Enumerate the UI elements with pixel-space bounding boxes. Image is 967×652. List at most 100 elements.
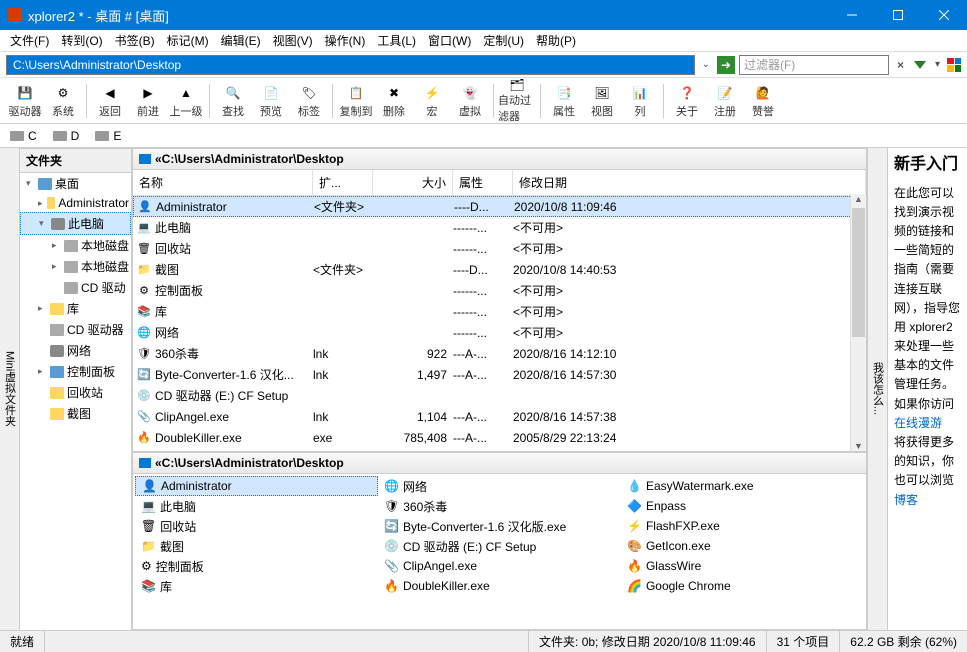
tree-node[interactable]: ▸库	[20, 298, 131, 319]
list-row[interactable]: 💧EasyWatermark.exeexe737---A-2020/8/22 1…	[133, 448, 866, 451]
go-button[interactable]: ➜	[717, 56, 735, 74]
expand-icon[interactable]	[38, 325, 47, 334]
expand-icon[interactable]	[38, 388, 47, 397]
menu-item[interactable]: 标记(M)	[161, 30, 215, 51]
icon-item[interactable]: 👤Administrator	[135, 476, 378, 496]
icon-item[interactable]: 🗑回收站	[135, 516, 378, 536]
help-link2[interactable]: 博客	[894, 493, 918, 507]
close-button[interactable]	[921, 0, 967, 30]
expand-icon[interactable]: ▸	[38, 304, 47, 313]
left-sidetab[interactable]: Mini虚拟文件夹	[0, 148, 20, 630]
toolbar-button[interactable]: ✖删除	[375, 80, 413, 122]
pane2-header[interactable]: «C:\Users\Administrator\Desktop	[132, 452, 867, 474]
expand-icon[interactable]: ▸	[38, 199, 44, 208]
icon-item[interactable]: 🛡360杀毒	[378, 496, 621, 516]
expand-icon[interactable]: ▾	[39, 219, 48, 228]
menu-item[interactable]: 文件(F)	[4, 30, 55, 51]
color-grid-icon[interactable]	[947, 58, 961, 72]
drive-button[interactable]: D	[53, 129, 80, 143]
list-row[interactable]: 🛡360杀毒lnk922---A-...2020/8/16 14:12:10	[133, 343, 866, 364]
scroll-thumb[interactable]	[852, 208, 865, 337]
list-row[interactable]: 💿CD 驱动器 (E:) CF Setup	[133, 385, 866, 406]
toolbar-button[interactable]: ⚡宏	[413, 80, 451, 122]
icon-item[interactable]: 🔥DoubleKiller.exe	[378, 576, 621, 596]
toolbar-button[interactable]: 🖼视图	[583, 80, 621, 122]
col-attr[interactable]: 属性	[453, 170, 513, 195]
toolbar-button[interactable]: 🏷标签	[290, 80, 328, 122]
filter-input[interactable]: 过滤器(F)	[739, 55, 889, 75]
toolbar-button[interactable]: 📋复制到	[337, 80, 375, 122]
expand-icon[interactable]	[52, 283, 61, 292]
list-row[interactable]: 💻此电脑------...<不可用>	[133, 217, 866, 238]
col-name[interactable]: 名称	[133, 170, 313, 195]
menu-item[interactable]: 编辑(E)	[215, 30, 267, 51]
expand-icon[interactable]: ▸	[52, 262, 61, 271]
list-row[interactable]: ⚙控制面板------...<不可用>	[133, 280, 866, 301]
tree-node[interactable]: ▸Administrator	[20, 194, 131, 212]
menu-item[interactable]: 书签(B)	[109, 30, 161, 51]
toolbar-button[interactable]: 👻虚拟	[451, 80, 489, 122]
menu-item[interactable]: 定制(U)	[477, 30, 530, 51]
icon-item[interactable]: 📎ClipAngel.exe	[378, 556, 621, 576]
drive-button[interactable]: E	[95, 129, 121, 143]
icon-item[interactable]: 🎨GetIcon.exe	[621, 536, 864, 556]
tree-node[interactable]: ▸控制面板	[20, 361, 131, 382]
pane1-header[interactable]: «C:\Users\Administrator\Desktop	[132, 148, 867, 170]
tree-node[interactable]: CD 驱动	[20, 277, 131, 298]
tree-node[interactable]: CD 驱动器	[20, 319, 131, 340]
col-ext[interactable]: 扩...	[313, 170, 373, 195]
funnel-dropdown-icon[interactable]: ▾	[932, 59, 943, 70]
toolbar-button[interactable]: ⚙系统	[44, 80, 82, 122]
list-row[interactable]: 🗑回收站------...<不可用>	[133, 238, 866, 259]
toolbar-button[interactable]: 📊列	[621, 80, 659, 122]
tree-node[interactable]: ▾桌面	[20, 173, 131, 194]
list-row[interactable]: 🔥DoubleKiller.exeexe785,408---A-...2005/…	[133, 427, 866, 448]
tree-node[interactable]: ▾此电脑	[20, 212, 131, 235]
toolbar-button[interactable]: ▶前进	[129, 80, 167, 122]
expand-icon[interactable]	[38, 346, 47, 355]
icon-item[interactable]: ⚙控制面板	[135, 556, 378, 576]
funnel-icon[interactable]	[914, 61, 926, 69]
menu-item[interactable]: 视图(V)	[267, 30, 319, 51]
menu-item[interactable]: 操作(N)	[319, 30, 372, 51]
tree-node[interactable]: ▸本地磁盘	[20, 235, 131, 256]
right-sidetab[interactable]: 我该怎么...	[867, 148, 887, 630]
address-dropdown-icon[interactable]: ⌄	[699, 59, 713, 70]
tree-node[interactable]: 回收站	[20, 382, 131, 403]
icon-item[interactable]: 🌈Google Chrome	[621, 576, 864, 596]
menu-item[interactable]: 帮助(P)	[530, 30, 582, 51]
icon-item[interactable]: 💧EasyWatermark.exe	[621, 476, 864, 496]
toolbar-button[interactable]: 🔍查找	[214, 80, 252, 122]
help-link1[interactable]: 在线漫游	[894, 414, 961, 433]
drive-button[interactable]: C	[10, 129, 37, 143]
menu-item[interactable]: 工具(L)	[371, 30, 422, 51]
list-row[interactable]: 🔄Byte-Converter-1.6 汉化...lnk1,497---A-..…	[133, 364, 866, 385]
toolbar-button[interactable]: 🙋赞誉	[744, 80, 782, 122]
column-headers[interactable]: 名称 扩... 大小 属性 修改日期	[133, 170, 866, 196]
toolbar-button[interactable]: 📑属性	[545, 80, 583, 122]
expand-icon[interactable]	[38, 409, 47, 418]
toolbar-button[interactable]: 📄预览	[252, 80, 290, 122]
address-input[interactable]: C:\Users\Administrator\Desktop	[6, 55, 695, 75]
list-row[interactable]: 📚库------...<不可用>	[133, 301, 866, 322]
clear-filter-icon[interactable]: ×	[893, 58, 908, 72]
icon-item[interactable]: 🌐网络	[378, 476, 621, 496]
menu-item[interactable]: 转到(O)	[55, 30, 108, 51]
toolbar-button[interactable]: 📝注册	[706, 80, 744, 122]
tree-node[interactable]: 网络	[20, 340, 131, 361]
toolbar-button[interactable]: ❓关于	[668, 80, 706, 122]
icon-item[interactable]: 💻此电脑	[135, 496, 378, 516]
expand-icon[interactable]: ▸	[52, 241, 61, 250]
list-row[interactable]: 📎ClipAngel.exelnk1,104---A-...2020/8/16 …	[133, 406, 866, 427]
icon-item[interactable]: 🔷Enpass	[621, 496, 864, 516]
scrollbar[interactable]	[850, 194, 866, 451]
list-row[interactable]: 👤Administrator<文件夹>----D...2020/10/8 11:…	[133, 196, 866, 217]
toolbar-button[interactable]: 🗂自动过滤器	[498, 80, 536, 122]
menu-item[interactable]: 窗口(W)	[422, 30, 477, 51]
icon-item[interactable]: 📁截图	[135, 536, 378, 556]
toolbar-button[interactable]: 💾驱动器	[6, 80, 44, 122]
minimize-button[interactable]	[829, 0, 875, 30]
toolbar-button[interactable]: ▲上一级	[167, 80, 205, 122]
tree-node[interactable]: ▸本地磁盘	[20, 256, 131, 277]
list-row[interactable]: 🌐网络------...<不可用>	[133, 322, 866, 343]
